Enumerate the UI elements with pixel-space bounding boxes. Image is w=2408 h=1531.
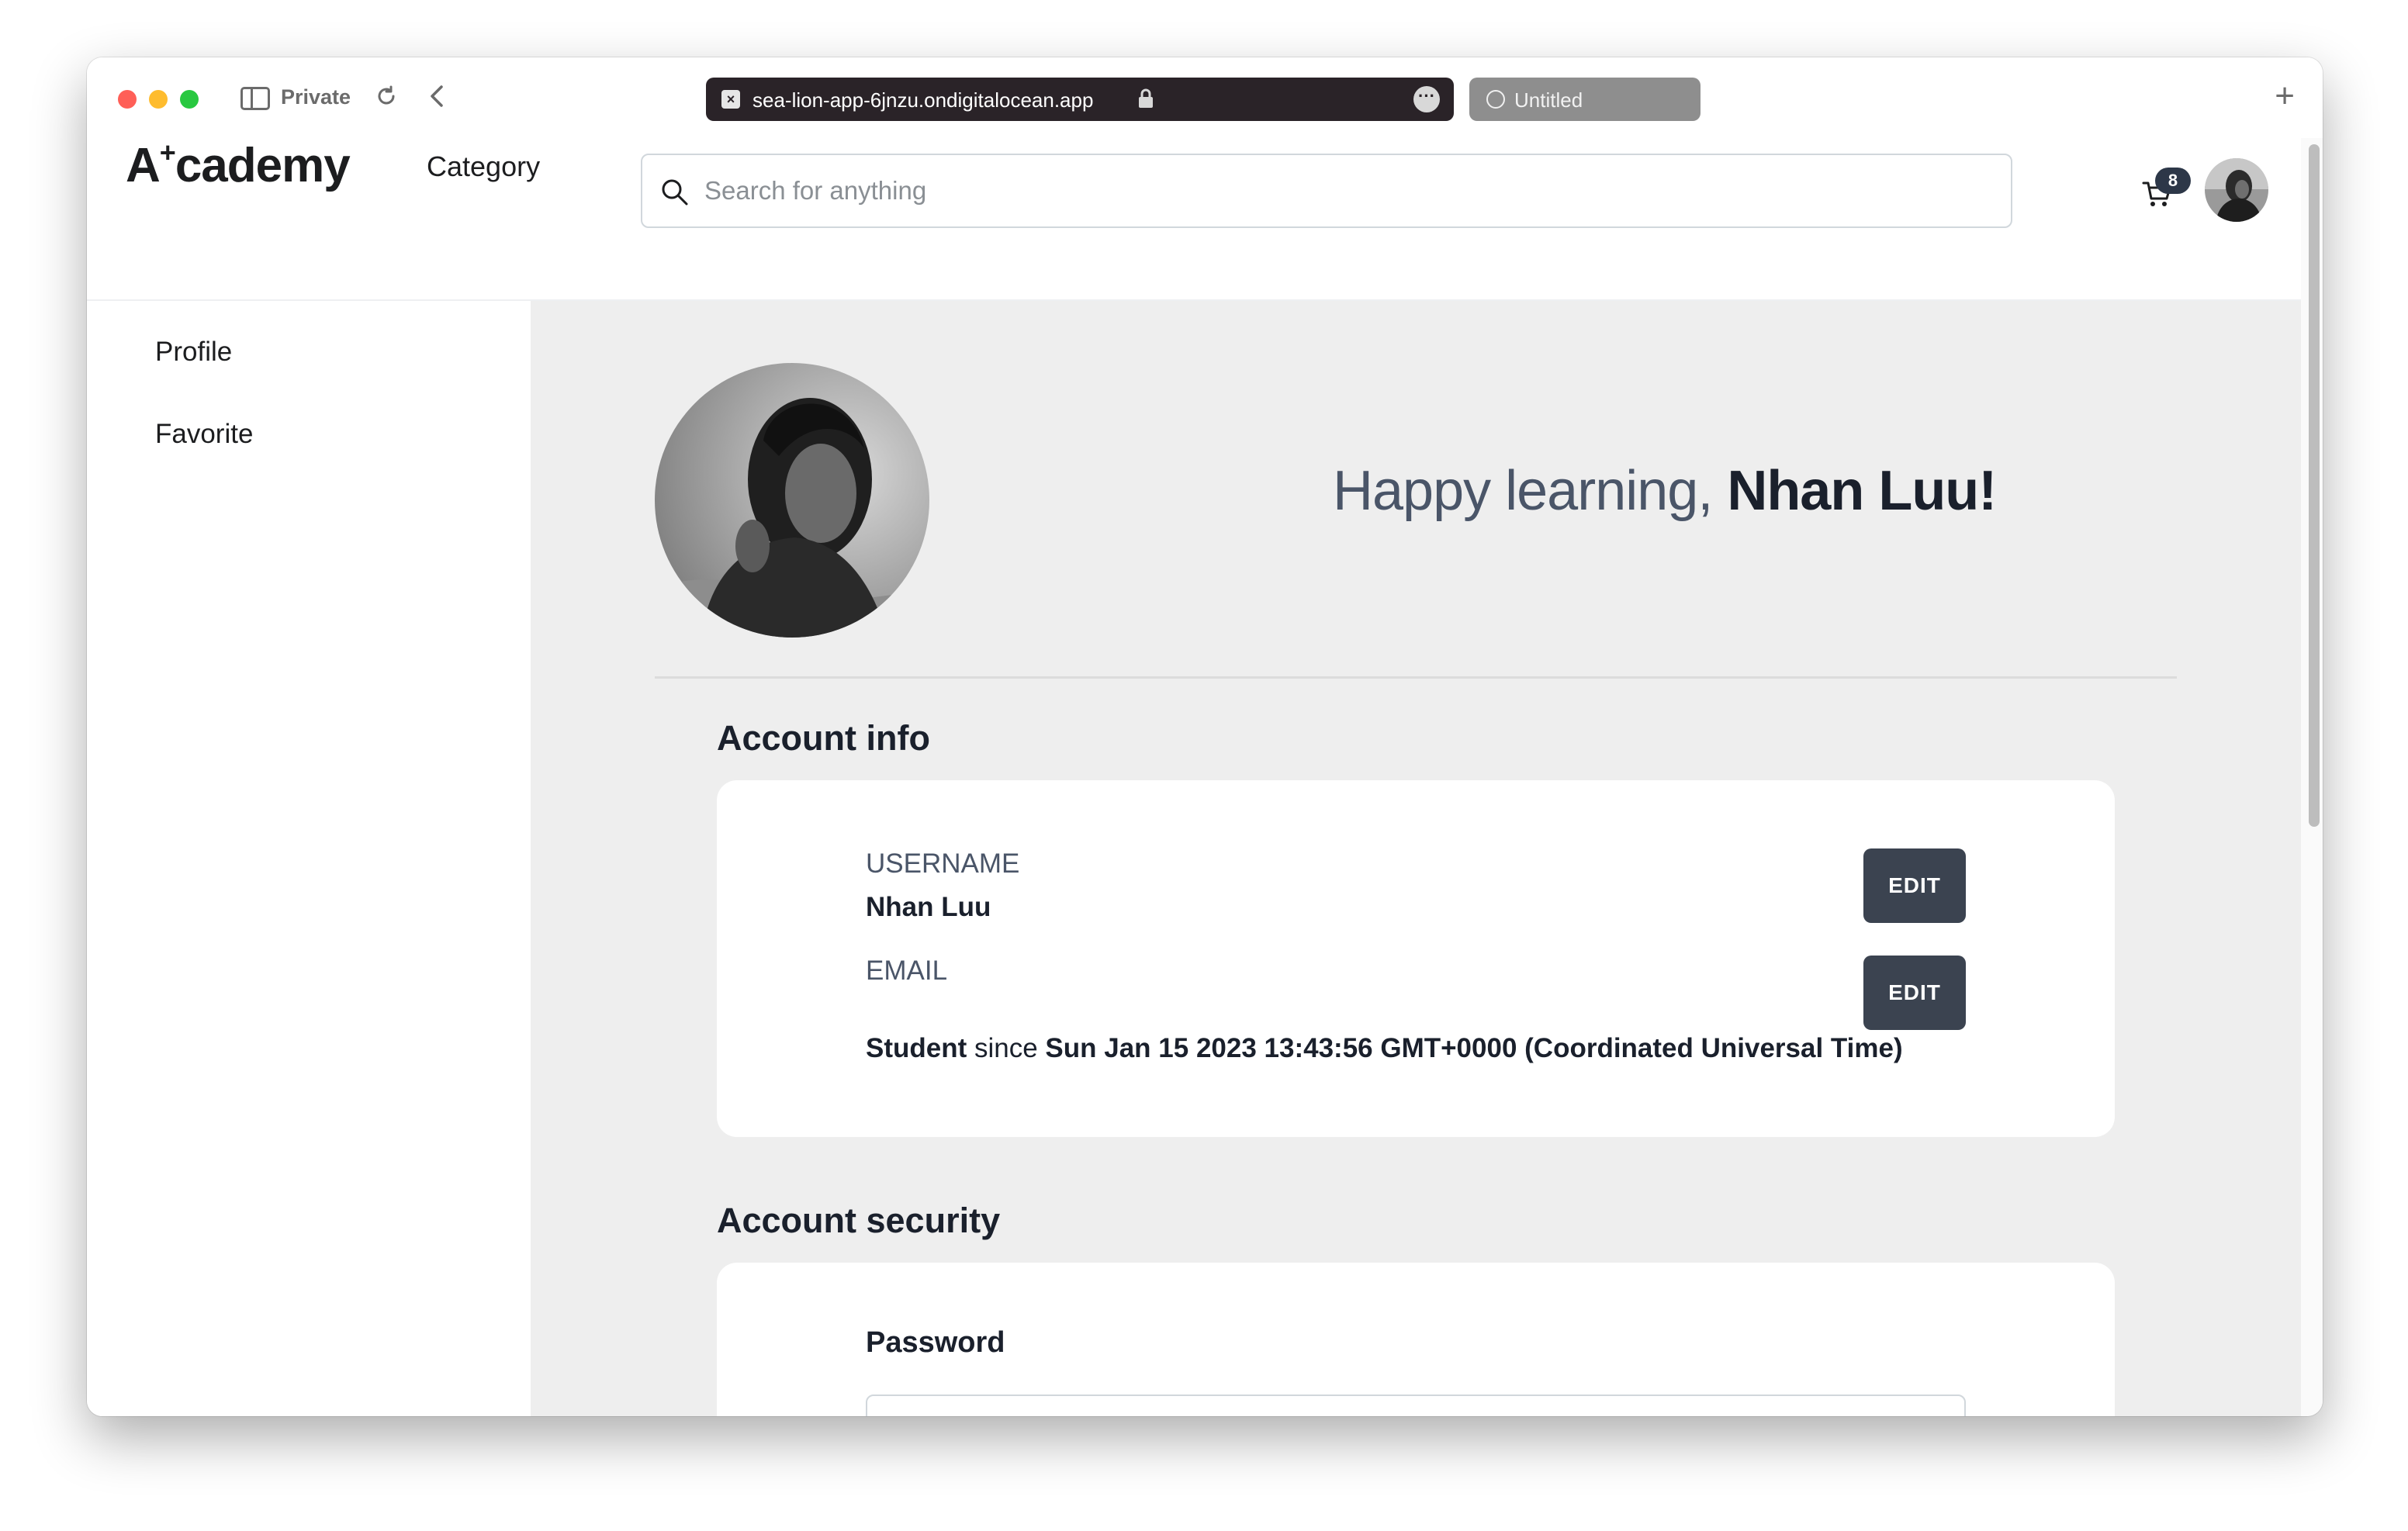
maximize-window-button[interactable] [180, 90, 199, 109]
greeting-user-name: Nhan Luu! [1727, 460, 1997, 522]
profile-picture-image [655, 363, 929, 638]
cart-count-badge: 8 [2155, 168, 2191, 194]
edit-email-button[interactable]: EDIT [1863, 956, 1966, 1030]
user-avatar[interactable] [2205, 158, 2268, 222]
current-password-input[interactable] [866, 1394, 1966, 1416]
tab-untitled-label: Untitled [1514, 88, 1583, 112]
sidebar-toggle-icon[interactable] [240, 87, 270, 110]
greeting-heading: Happy learning, Nhan Luu! [1333, 459, 1997, 523]
close-window-button[interactable] [118, 90, 137, 109]
since-word: since [967, 1033, 1046, 1063]
sidebar-item-favorite[interactable]: Favorite [155, 419, 253, 450]
account-security-card: Password [717, 1263, 2115, 1416]
account-security-title: Account security [717, 1201, 1001, 1240]
lock-icon [1139, 88, 1153, 108]
logo-rest: cademy [175, 139, 351, 192]
username-value: Nhan Luu [866, 892, 991, 922]
site-logo[interactable]: A+cademy [126, 137, 351, 193]
site-favicon-icon: × [721, 90, 740, 109]
logo-plus: + [159, 137, 176, 168]
logo-letter: A [126, 139, 161, 192]
sidebar-item-profile[interactable]: Profile [155, 337, 232, 368]
category-menu-link[interactable]: Category [427, 150, 540, 183]
account-info-title: Account info [717, 718, 930, 758]
password-label: Password [866, 1326, 1005, 1359]
member-since-text: Student since Sun Jan 15 2023 13:43:56 G… [866, 1033, 1903, 1064]
profile-sidebar: Profile Favorite [87, 301, 531, 1416]
account-role: Student [866, 1033, 967, 1063]
private-mode-label: Private [281, 85, 351, 109]
email-label: EMAIL [866, 956, 948, 986]
account-info-card: USERNAME Nhan Luu EDIT EMAIL EDIT Studen… [717, 780, 2115, 1137]
back-arrow-icon[interactable] [422, 81, 453, 112]
search-bar[interactable] [641, 154, 2012, 228]
browser-window: Private × sea-lion-app-6jnzu.ondigitaloc… [87, 57, 2323, 1416]
new-tab-plus-icon[interactable]: + [2275, 79, 2295, 113]
user-avatar-image [2205, 158, 2268, 222]
browser-titlebar: Private × sea-lion-app-6jnzu.ondigitaloc… [87, 57, 2323, 138]
reload-icon[interactable] [372, 82, 400, 110]
greeting-prefix: Happy learning, [1333, 460, 1728, 522]
profile-main-content: Happy learning, Nhan Luu! Account info U… [531, 301, 2301, 1416]
address-bar-url[interactable]: sea-lion-app-6jnzu.ondigitalocean.app [752, 88, 1093, 112]
search-input[interactable] [704, 157, 1992, 225]
profile-picture[interactable] [655, 363, 929, 638]
page-scrollbar-thumb[interactable] [2309, 144, 2320, 827]
section-divider [655, 676, 2177, 679]
username-label: USERNAME [866, 848, 1020, 879]
edit-username-button[interactable]: EDIT [1863, 848, 1966, 923]
cart-button[interactable]: 8 [2141, 168, 2191, 214]
tab-untitled[interactable]: Untitled [1469, 78, 1700, 121]
minimize-window-button[interactable] [149, 90, 168, 109]
compass-icon [1486, 90, 1505, 109]
address-bar[interactable]: × sea-lion-app-6jnzu.ondigitalocean.app … [706, 78, 1454, 121]
member-since-date: Sun Jan 15 2023 13:43:56 GMT+0000 (Coord… [1045, 1033, 1903, 1063]
more-options-icon[interactable]: ··· [1413, 86, 1440, 112]
search-icon [662, 179, 688, 206]
